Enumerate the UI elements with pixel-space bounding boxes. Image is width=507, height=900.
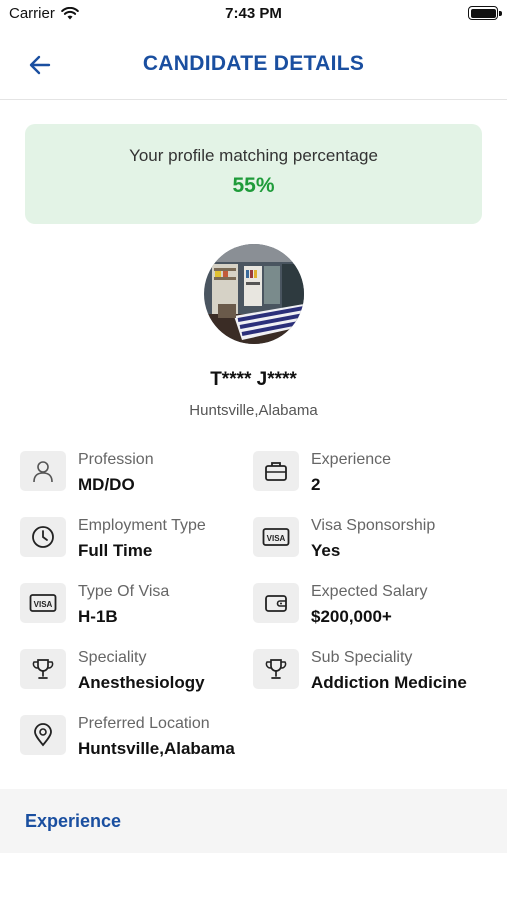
- detail-sub-speciality: Sub Speciality Addiction Medicine: [253, 649, 493, 697]
- employment-type-label: Employment Type: [78, 517, 206, 534]
- briefcase-icon: [253, 451, 299, 491]
- nav-bar: CANDIDATE DETAILS: [0, 30, 507, 100]
- visa-sponsorship-value: Yes: [311, 541, 341, 560]
- preferred-location-label: Preferred Location: [78, 715, 210, 732]
- candidate-location: Huntsville,Alabama: [189, 402, 318, 419]
- detail-expected-salary: Expected Salary $200,000+: [253, 583, 493, 631]
- location-pin-icon: [20, 715, 66, 755]
- experience-section: Experience: [0, 789, 507, 853]
- visa-icon: VISA: [253, 517, 299, 557]
- svg-text:VISA: VISA: [34, 600, 53, 609]
- battery-icon: [468, 6, 502, 20]
- detail-employment-type: Employment Type Full Time: [20, 517, 240, 565]
- profession-value: MD/DO: [78, 475, 135, 494]
- detail-speciality: Speciality Anesthesiology: [20, 649, 240, 697]
- status-time: 7:43 PM: [225, 5, 282, 22]
- match-percentage: 55%: [232, 174, 275, 197]
- detail-visa-sponsorship: VISA Visa Sponsorship Yes: [253, 517, 493, 565]
- svg-text:VISA: VISA: [267, 534, 286, 543]
- detail-preferred-location: Preferred Location Huntsville,Alabama: [20, 715, 320, 763]
- status-bar: Carrier 7:43 PM: [0, 0, 507, 28]
- experience-value: 2: [311, 475, 321, 494]
- visa-icon: VISA: [20, 583, 66, 623]
- visa-sponsorship-label: Visa Sponsorship: [311, 517, 436, 534]
- person-icon: [20, 451, 66, 491]
- avatar: [204, 244, 304, 344]
- detail-profession: Profession MD/DO: [20, 451, 240, 499]
- expected-salary-value: $200,000+: [311, 607, 392, 626]
- type-of-visa-value: H-1B: [78, 607, 118, 626]
- preferred-location-value: Huntsville,Alabama: [78, 739, 235, 758]
- speciality-label: Speciality: [78, 649, 147, 666]
- match-card: Your profile matching percentage 55%: [25, 124, 482, 224]
- experience-section-title[interactable]: Experience: [25, 811, 121, 832]
- employment-type-value: Full Time: [78, 541, 153, 560]
- sub-speciality-value: Addiction Medicine: [311, 673, 467, 692]
- page-title: CANDIDATE DETAILS: [142, 52, 365, 75]
- detail-experience: Experience 2: [253, 451, 493, 499]
- sub-speciality-label: Sub Speciality: [311, 649, 413, 666]
- match-label: Your profile matching percentage: [129, 146, 378, 165]
- detail-type-of-visa: VISA Type Of Visa H-1B: [20, 583, 240, 631]
- experience-label: Experience: [311, 451, 392, 468]
- clock-icon: [20, 517, 66, 557]
- wallet-icon: [253, 583, 299, 623]
- expected-salary-label: Expected Salary: [311, 583, 428, 600]
- trophy-icon: [253, 649, 299, 689]
- speciality-value: Anesthesiology: [78, 673, 205, 692]
- type-of-visa-label: Type Of Visa: [78, 583, 170, 600]
- candidate-name: T**** J****: [210, 369, 297, 390]
- trophy-icon: [20, 649, 66, 689]
- profession-label: Profession: [78, 451, 154, 468]
